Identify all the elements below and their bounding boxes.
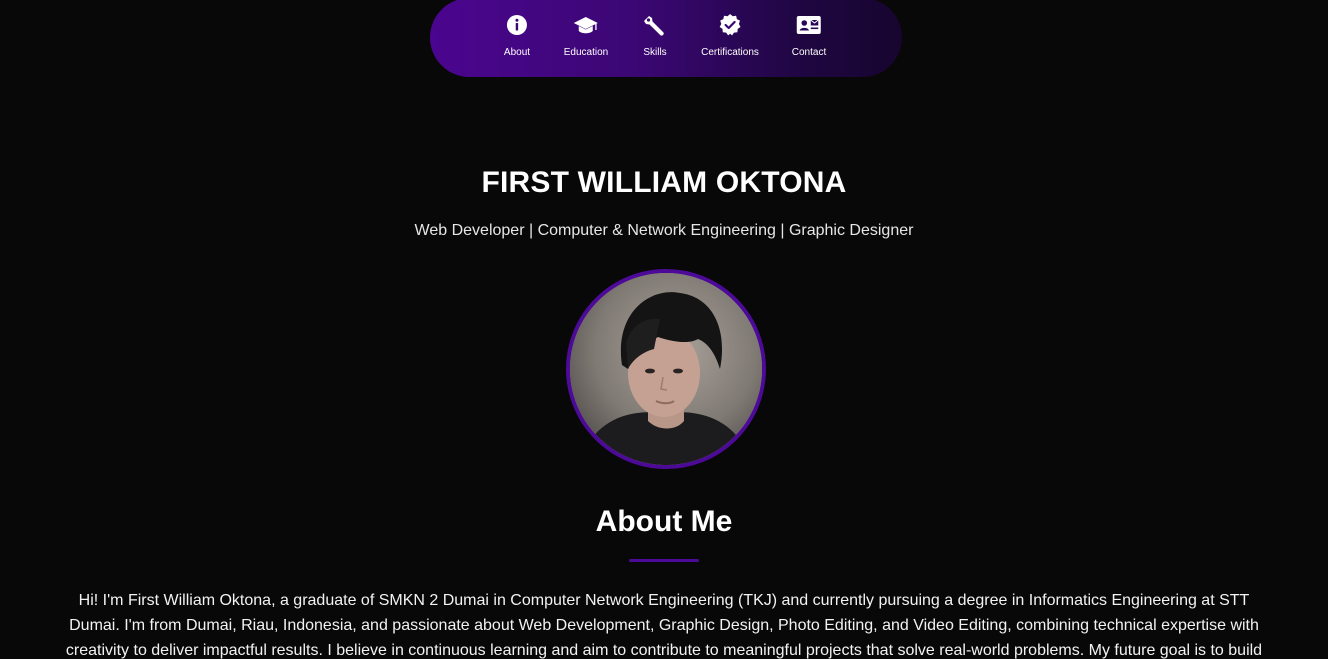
wrench-icon xyxy=(642,12,668,38)
nav-item-about[interactable]: About xyxy=(504,12,530,58)
profile-photo xyxy=(566,269,766,469)
nav-item-label: Skills xyxy=(643,47,667,58)
top-navigation: About Education Skills Certifications Co… xyxy=(430,0,902,77)
info-icon xyxy=(504,12,530,38)
contact-card-icon xyxy=(796,12,822,38)
nav-item-skills[interactable]: Skills xyxy=(642,12,668,58)
nav-item-contact[interactable]: Contact xyxy=(792,12,826,58)
portfolio-page: About Education Skills Certifications Co… xyxy=(0,0,1328,659)
hero-name: FIRST WILLIAM OKTONA xyxy=(481,166,847,199)
graduation-cap-icon xyxy=(573,12,599,38)
nav-item-certifications[interactable]: Certifications xyxy=(701,12,759,58)
hero-subtitle: Web Developer | Computer & Network Engin… xyxy=(414,222,914,239)
nav-item-label: Contact xyxy=(791,47,827,58)
nav-item-education[interactable]: Education xyxy=(564,12,608,58)
nav-item-label: About xyxy=(503,47,531,58)
certificate-check-icon xyxy=(717,12,743,38)
nav-item-label: Education xyxy=(563,47,609,58)
title-underline xyxy=(629,559,699,562)
about-title: About Me xyxy=(595,505,733,538)
nav-item-label: Certifications xyxy=(701,47,759,58)
about-paragraph: Hi! I'm First William Oktona, a graduate… xyxy=(65,592,1263,659)
